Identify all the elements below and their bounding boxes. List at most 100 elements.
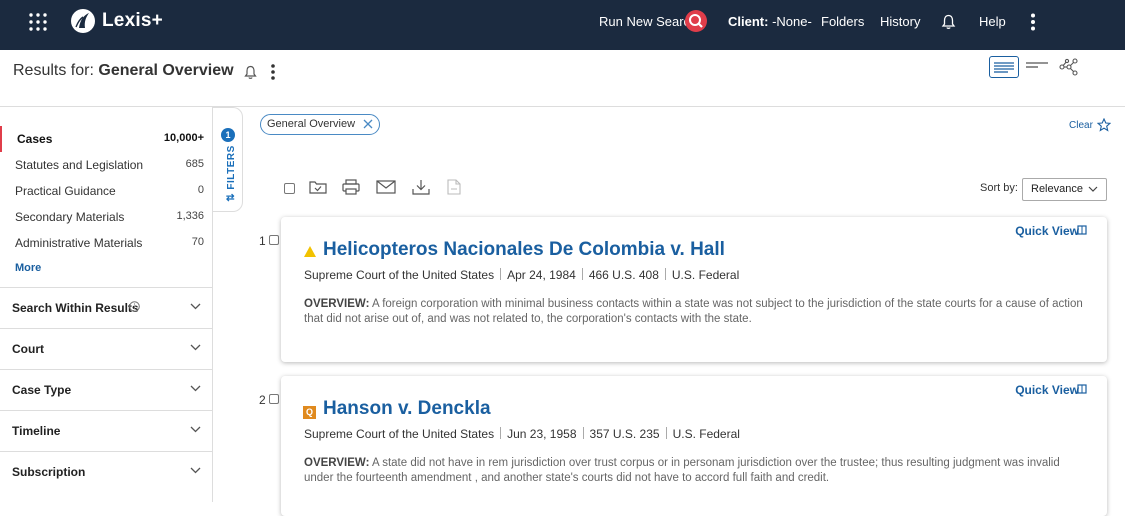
quick-view-link[interactable]: Quick View	[1015, 224, 1079, 238]
results-prefix: Results for:	[13, 62, 94, 79]
result-number: 2	[259, 393, 266, 407]
result-title-link[interactable]: Hanson v. Denckla	[323, 398, 491, 420]
chevron-down-icon	[190, 303, 201, 310]
chevron-down-icon	[1088, 186, 1098, 192]
sidebar-item-label: Practical Guidance	[15, 184, 116, 198]
sidebar-item-count: 70	[191, 236, 204, 248]
result-meta: Supreme Court of the United States Apr 24…	[304, 268, 739, 282]
overview-label: OVERVIEW:	[304, 298, 370, 310]
result-overview: OVERVIEW: A state did not have in rem ju…	[304, 456, 1089, 486]
result-court: Supreme Court of the United States	[304, 427, 495, 441]
result-title-link[interactable]: Helicopteros Nacionales De Colombia v. H…	[323, 239, 725, 261]
filter-chip: General Overview	[260, 114, 381, 135]
kebab-menu-icon[interactable]	[270, 64, 276, 80]
overview-text: A foreign corporation with minimal busin…	[304, 298, 1083, 325]
result-jurisdiction: U.S. Federal	[671, 268, 740, 282]
sort-select[interactable]: Relevance	[1022, 178, 1107, 201]
sidebar-item-label: Administrative Materials	[15, 236, 143, 250]
sort-select-value: Relevance	[1031, 183, 1083, 195]
sidebar-item-label: Statutes and Legislation	[15, 158, 144, 172]
sidebar-item-statutes[interactable]: Statutes and Legislation 685	[0, 152, 213, 178]
sort-by-label: Sort by:	[980, 182, 1018, 194]
facet-label: Court	[12, 342, 44, 356]
result-overview: OVERVIEW: A foreign corporation with min…	[304, 297, 1089, 327]
app-grid-icon[interactable]	[29, 13, 47, 31]
result-court: Supreme Court of the United States	[304, 268, 495, 282]
compact-view-icon[interactable]	[1025, 60, 1049, 70]
result-date: Apr 24, 1984	[507, 268, 576, 282]
quick-view-icon[interactable]	[1077, 384, 1087, 394]
sidebar: Cases 10,000+ Statutes and Legislation 6…	[0, 107, 213, 502]
bell-icon[interactable]	[941, 14, 956, 30]
results-query: General Overview	[98, 62, 234, 79]
more-link[interactable]: More	[15, 262, 41, 274]
result-card: Quick View Helicopteros Nacionales De Co…	[281, 217, 1107, 362]
sidebar-item-count: 685	[185, 158, 204, 170]
overview-label: OVERVIEW:	[304, 457, 370, 469]
email-icon[interactable]	[376, 179, 396, 195]
quick-view-link[interactable]: Quick View	[1015, 383, 1079, 397]
chevron-down-icon	[190, 344, 201, 351]
chevron-down-icon	[190, 385, 201, 392]
facet-search-within-results[interactable]: Search Within Results	[0, 287, 213, 328]
sidebar-item-secondary-materials[interactable]: Secondary Materials 1,336	[0, 204, 213, 230]
facet-court[interactable]: Court	[0, 328, 213, 369]
star-icon[interactable]	[1097, 118, 1111, 132]
result-citation: 357 U.S. 235	[589, 427, 660, 441]
result-number: 1	[259, 234, 266, 248]
client-label: Client:	[728, 14, 769, 29]
info-icon[interactable]	[129, 301, 140, 312]
result-jurisdiction: U.S. Federal	[672, 427, 740, 441]
lexis-logo-icon	[70, 8, 96, 34]
help-link[interactable]: Help	[979, 14, 1006, 29]
brand-name: Lexis+	[102, 10, 163, 31]
result-checkbox[interactable]	[269, 394, 279, 404]
results-header: Results for: General Overview	[0, 50, 1125, 107]
result-card: Quick View Q Hanson v. Denckla Supreme C…	[281, 376, 1107, 516]
result-meta: Supreme Court of the United States Jun 23…	[304, 427, 740, 441]
client-value: -None-	[772, 14, 812, 29]
facet-subscription[interactable]: Subscription	[0, 451, 213, 492]
result-date: Jun 23, 1958	[507, 427, 577, 441]
clear-link[interactable]: Clear	[1069, 120, 1093, 131]
overview-text: A state did not have in rem jurisdiction…	[304, 457, 1060, 484]
folders-link[interactable]: Folders	[821, 14, 864, 29]
kebab-menu-icon[interactable]	[1030, 13, 1036, 31]
facet-case-type[interactable]: Case Type	[0, 369, 213, 410]
sidebar-item-cases[interactable]: Cases 10,000+	[0, 126, 213, 152]
questioned-signal-icon[interactable]: Q	[303, 406, 316, 419]
search-icon[interactable]	[685, 10, 707, 32]
graph-view-icon[interactable]	[1059, 58, 1079, 76]
chevron-down-icon	[190, 426, 201, 433]
facet-timeline[interactable]: Timeline	[0, 410, 213, 451]
select-all-checkbox[interactable]	[284, 183, 295, 194]
sidebar-item-practical-guidance[interactable]: Practical Guidance 0	[0, 178, 213, 204]
close-icon[interactable]	[363, 119, 373, 129]
filter-count-badge: 1	[221, 128, 235, 142]
sidebar-item-label: Cases	[17, 132, 53, 146]
folder-icon[interactable]	[309, 179, 327, 195]
warning-icon[interactable]	[303, 245, 317, 258]
sidebar-item-count: 0	[197, 184, 204, 196]
document-icon[interactable]	[447, 179, 461, 195]
bell-icon[interactable]	[244, 65, 257, 80]
sidebar-item-count: 10,000+	[163, 132, 204, 144]
filters-label: ⇅ FILTERS	[225, 145, 237, 202]
chevron-down-icon	[190, 467, 201, 474]
page-title: Results for: General Overview	[13, 62, 234, 80]
print-icon[interactable]	[342, 179, 360, 195]
sidebar-item-label: Secondary Materials	[15, 210, 125, 224]
brand-logo[interactable]: Lexis+	[70, 8, 163, 34]
result-citation: 466 U.S. 408	[588, 268, 659, 282]
download-icon[interactable]	[412, 179, 430, 195]
client-selector[interactable]: Client: -None-	[728, 14, 812, 29]
top-nav: Lexis+ Run New Search Client: -None- Fol…	[0, 0, 1125, 50]
list-view-icon[interactable]	[989, 56, 1019, 78]
facet-label: Search Within Results	[12, 301, 139, 315]
quick-view-icon[interactable]	[1077, 225, 1087, 235]
history-link[interactable]: History	[880, 14, 920, 29]
sidebar-item-administrative-materials[interactable]: Administrative Materials 70	[0, 230, 213, 256]
filters-tab[interactable]: 1 ⇅ FILTERS	[213, 107, 243, 212]
run-new-search-link[interactable]: Run New Search	[599, 14, 697, 29]
result-checkbox[interactable]	[269, 235, 279, 245]
